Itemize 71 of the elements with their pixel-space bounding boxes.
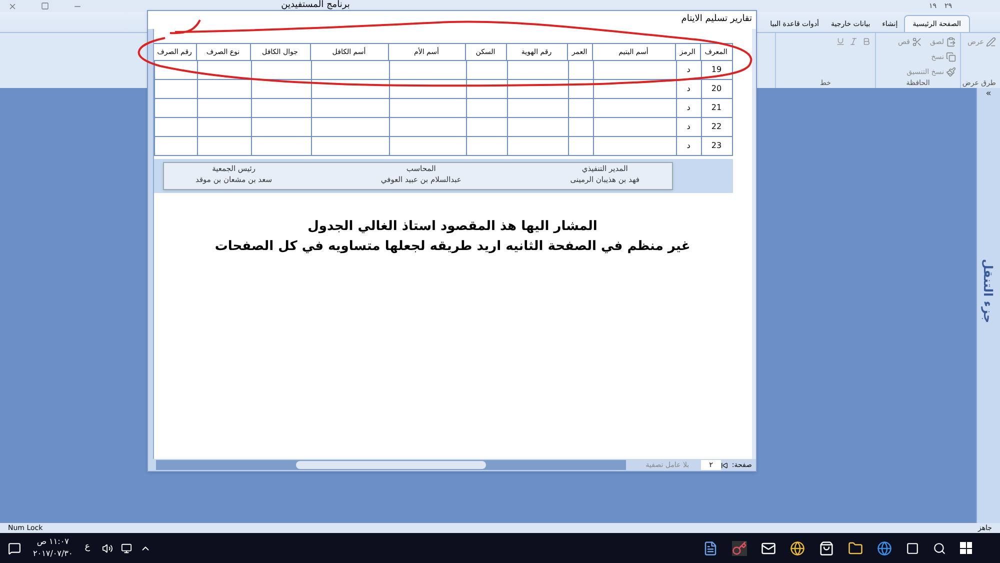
pane-toggle-button[interactable]: « — [986, 88, 992, 102]
table-cell: 23 — [700, 137, 732, 156]
table-cell — [568, 99, 592, 118]
table-cell — [506, 118, 568, 137]
task-view-icon[interactable] — [906, 542, 919, 554]
table-cell — [196, 137, 250, 156]
browser-icon[interactable] — [877, 540, 892, 556]
clock-date[interactable]: ٢٠١٧/٠٧/٣٠ — [33, 548, 73, 560]
ribbon-icon — [986, 37, 996, 48]
table-cell — [196, 99, 250, 118]
table-cell — [196, 80, 250, 99]
first-page-icon[interactable] — [720, 462, 728, 468]
table-cell: د — [676, 99, 700, 118]
table-cell — [506, 99, 568, 118]
table-cell: 21 — [700, 99, 732, 118]
table-cell — [196, 61, 250, 80]
table-cell: د — [676, 137, 700, 156]
speaker-icon[interactable] — [102, 542, 114, 554]
table-cell — [506, 61, 568, 80]
table-cell — [466, 99, 506, 118]
search-icon[interactable] — [933, 542, 946, 554]
table-cell — [154, 99, 196, 118]
table-cell — [506, 137, 568, 156]
table-cell — [250, 118, 310, 137]
clock-time[interactable]: ١١:٠٧ ص — [36, 536, 69, 548]
table-cell — [568, 80, 592, 99]
table-cell — [466, 118, 506, 137]
table-cell — [154, 61, 196, 80]
table-cell: د — [676, 118, 700, 137]
table-cell: 20 — [700, 80, 732, 99]
table-cell: 19 — [700, 61, 732, 80]
table-cell — [196, 118, 250, 137]
ribbon-icon — [946, 66, 956, 77]
notification-icon[interactable] — [8, 542, 21, 554]
browser-icon[interactable] — [790, 540, 805, 556]
start-icon[interactable] — [960, 542, 972, 554]
table-cell — [250, 61, 310, 80]
language-indicator[interactable]: ع — [84, 541, 90, 555]
window-title: برنامج المستفيدين — [281, 0, 350, 12]
table-cell — [154, 80, 196, 99]
message-text: غير منظم في الصفحة الثانيه اريد طريقه لجعلها متساويه في كل الصفحات — [214, 238, 690, 256]
table-cell — [250, 80, 310, 99]
table-cell — [466, 80, 506, 99]
table-cell: د — [676, 61, 700, 80]
ribbon-icon — [946, 52, 956, 62]
table-cell — [250, 99, 310, 118]
document-icon[interactable] — [703, 540, 718, 556]
table-cell — [466, 61, 506, 80]
folder-icon[interactable] — [848, 540, 863, 556]
table-cell: 22 — [700, 118, 732, 137]
table-cell — [568, 137, 592, 156]
table-cell — [568, 61, 592, 80]
navigation-pane-title: جزء التنقل — [980, 258, 996, 323]
table-cell — [568, 118, 592, 137]
table-cell: د — [676, 80, 700, 99]
store-icon[interactable] — [819, 540, 834, 556]
table-cell — [154, 137, 196, 156]
message-text: المشار اليها هذ المقصود استاذ الغالي الجدول — [308, 218, 598, 236]
maximize-icon[interactable] — [41, 2, 49, 10]
ribbon-icon — [912, 37, 922, 48]
ribbon-icon — [946, 37, 956, 48]
network-icon[interactable] — [121, 542, 132, 554]
table-cell — [250, 137, 310, 156]
report-title: تقارير تسليم الايتام — [681, 13, 752, 26]
key-icon[interactable] — [732, 540, 747, 556]
table-cell — [466, 137, 506, 156]
mail-icon[interactable] — [761, 540, 776, 556]
close-icon[interactable] — [8, 2, 17, 10]
table-cell — [506, 80, 568, 99]
horizontal-scrollbar[interactable] — [156, 460, 626, 470]
table-cell — [154, 118, 196, 137]
